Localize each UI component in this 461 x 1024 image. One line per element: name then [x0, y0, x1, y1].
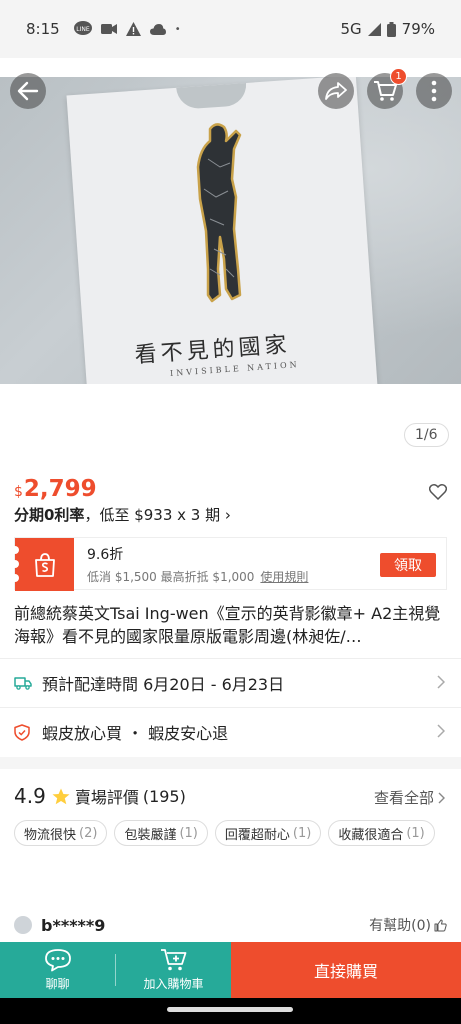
voucher-conditions: 低消 $1,500 最高折抵 $1,000 使用規則 — [87, 568, 308, 585]
chat-label: 聊聊 — [45, 977, 70, 991]
shield-icon-wrap — [14, 723, 32, 741]
more-vertical-icon — [431, 80, 437, 102]
buy-now-button[interactable]: 直接購買 — [231, 942, 461, 998]
chevron-right-icon — [438, 792, 445, 803]
chat-bubble-icon — [44, 949, 71, 972]
shield-check-icon — [14, 723, 30, 741]
battery-icon — [386, 21, 396, 37]
product-image[interactable]: 看不見的國家 INVISIBLE NATION — [0, 77, 461, 384]
helpful-button[interactable]: 有幫助(0) — [369, 915, 447, 935]
enamel-pin-figure — [196, 123, 242, 303]
product-title: 前總統蔡英文Tsai Ing-wen《宣示的英背影徽章+ A2主視覺海報》看不見… — [14, 604, 441, 646]
shop-voucher: 9.6折 低消 $1,500 最高折抵 $1,000 使用規則 領取 — [11, 537, 447, 591]
rating-count: (195) — [142, 786, 186, 806]
reviewer-name: b*****9 — [41, 915, 106, 935]
share-arrow-icon — [325, 82, 347, 100]
guarantee-label: 蝦皮放心買 ・ 蝦皮安心退 — [42, 724, 229, 743]
price-currency: $ — [14, 484, 23, 500]
review-tag[interactable]: 收藏很適合 (1) — [328, 820, 435, 846]
installment-prefix: 分期0利率 — [14, 506, 85, 524]
voucher-discount: 9.6折 — [87, 547, 124, 563]
home-gesture-handle[interactable] — [167, 1007, 293, 1012]
thumbs-up-icon — [434, 919, 447, 931]
share-button[interactable] — [318, 73, 354, 109]
see-all-label: 查看全部 — [373, 789, 434, 807]
tag-label: 包裝嚴謹 — [124, 827, 177, 843]
delivery-estimate: 預計配達時間 6月20日 - 6月23日 — [42, 675, 285, 694]
voucher-notch — [11, 546, 19, 554]
voucher-notch — [11, 574, 19, 582]
avatar — [14, 916, 32, 934]
line-app-icon: LINE — [73, 21, 92, 35]
chat-button[interactable]: 聊聊 — [0, 942, 115, 998]
video-icon — [100, 24, 117, 34]
review-item: b*****9 有幫助(0) — [14, 912, 447, 938]
tag-label: 物流很快 — [24, 827, 77, 843]
tag-count: (1) — [406, 825, 425, 841]
guarantee-row[interactable]: 蝦皮放心買 ・ 蝦皮安心退 — [0, 708, 461, 756]
rating-label: 賣場評價 — [74, 788, 139, 807]
section-spacer — [0, 757, 461, 769]
status-bar: 8:15 LINE • 5G 79% — [0, 0, 461, 58]
svg-text:LINE: LINE — [76, 26, 90, 33]
voucher-notch — [11, 560, 19, 568]
dot-icon: • — [174, 23, 181, 35]
back-button[interactable] — [10, 73, 46, 109]
tag-label: 收藏很適合 — [338, 827, 404, 843]
shopee-bag-icon — [34, 552, 55, 577]
arrow-left-icon — [17, 81, 39, 101]
tag-count: (2) — [79, 825, 98, 841]
review-tag[interactable]: 包裝嚴謹 (1) — [114, 820, 208, 846]
helpful-label: 有幫助(0) — [369, 918, 431, 934]
voucher-badge — [11, 538, 74, 591]
truck-icon-wrap — [14, 676, 32, 690]
warning-icon — [125, 22, 141, 36]
review-tag[interactable]: 回覆超耐心 (1) — [214, 820, 322, 846]
chevron-right-icon — [437, 675, 445, 689]
cloud-icon — [149, 23, 166, 35]
cart-plus-icon — [160, 949, 186, 971]
cart-count-badge: 1 — [390, 68, 407, 85]
network-label: 5G — [340, 20, 362, 38]
voucher-rules-link[interactable]: 使用規則 — [260, 570, 308, 584]
system-nav-bar — [0, 998, 461, 1024]
truck-icon — [14, 676, 32, 690]
rating-score: 4.9 — [14, 784, 46, 808]
favorite-heart-icon[interactable] — [429, 484, 447, 500]
cart-button[interactable]: 1 — [367, 68, 407, 109]
bottom-action-bar: 聊聊 加入購物車 直接購買 — [0, 942, 461, 998]
claim-voucher-button[interactable]: 領取 — [380, 553, 436, 577]
tag-count: (1) — [179, 825, 198, 841]
battery-percent: 79% — [401, 20, 435, 38]
chevron-right-icon — [437, 724, 445, 738]
card-hang-hole — [176, 82, 248, 110]
shipping-row[interactable]: 預計配達時間 6月20日 - 6月23日 — [0, 659, 461, 707]
installment-detail: ，低至 $933 x 3 期 › — [84, 506, 231, 524]
see-all-reviews-link[interactable]: 查看全部 — [374, 787, 445, 808]
status-right: 5G 79% — [340, 20, 435, 38]
review-tags: 物流很快 (2) 包裝嚴謹 (1) 回覆超耐心 (1) 收藏很適合 (1) — [14, 820, 444, 846]
add-to-cart-label: 加入購物車 — [143, 977, 204, 991]
status-time: 8:15 — [26, 20, 60, 38]
product-price: $ 2,799 — [14, 476, 97, 502]
signal-icon — [367, 22, 381, 36]
installment-info[interactable]: 分期0利率，低至 $933 x 3 期 › — [14, 504, 231, 525]
review-tag[interactable]: 物流很快 (2) — [14, 820, 108, 846]
image-page-counter: 1/6 — [404, 423, 449, 447]
more-options-button[interactable] — [416, 73, 452, 109]
price-amount: 2,799 — [23, 476, 97, 502]
tag-count: (1) — [292, 825, 312, 841]
add-to-cart-button[interactable]: 加入購物車 — [116, 942, 231, 998]
star-icon — [52, 788, 70, 804]
shop-rating-header: 4.9 賣場評價 (195) — [14, 784, 186, 808]
voucher-description: 低消 $1,500 最高折抵 $1,000 — [87, 570, 255, 584]
status-notification-icons: LINE • — [73, 21, 181, 37]
tag-label: 回覆超耐心 — [224, 827, 290, 843]
